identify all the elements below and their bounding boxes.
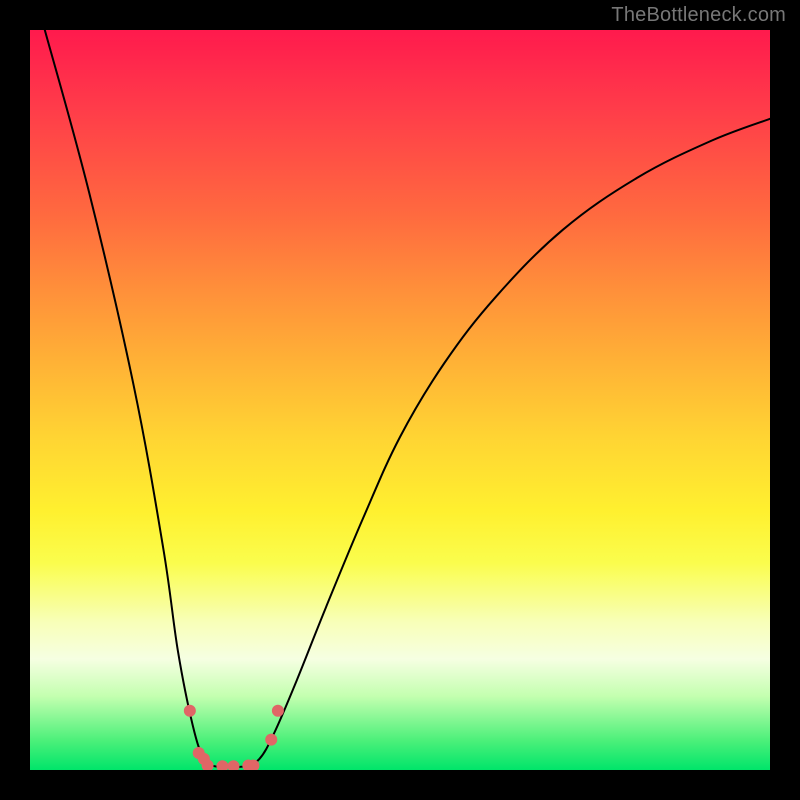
data-marker	[184, 705, 196, 717]
plot-area	[30, 30, 770, 770]
chart-svg	[30, 30, 770, 770]
data-marker	[216, 760, 228, 770]
data-marker	[272, 705, 284, 717]
chart-frame: TheBottleneck.com	[0, 0, 800, 800]
marker-group	[184, 705, 284, 770]
data-marker	[228, 760, 240, 770]
curve-line	[45, 30, 770, 767]
data-marker	[265, 734, 277, 746]
watermark-text: TheBottleneck.com	[611, 4, 786, 27]
